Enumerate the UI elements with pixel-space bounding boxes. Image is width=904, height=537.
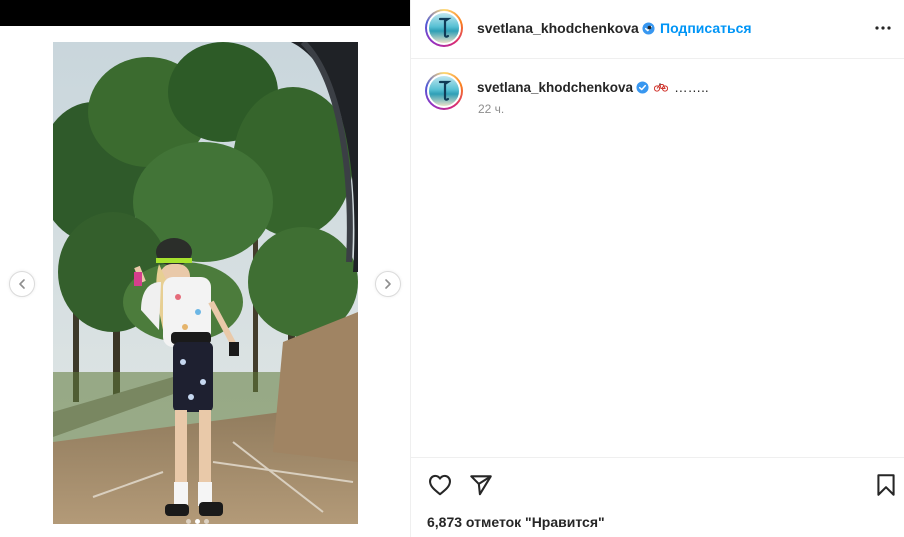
media-top-bar	[0, 0, 410, 26]
chevron-right-icon	[385, 279, 391, 289]
chevron-left-icon	[19, 279, 25, 289]
post-actions: 6,873 отметок "Нравится"	[411, 457, 904, 537]
follow-button[interactable]: Подписаться	[660, 20, 752, 36]
caption-avatar[interactable]	[425, 72, 463, 110]
more-horizontal-icon[interactable]	[873, 18, 893, 38]
heart-icon[interactable]	[427, 472, 453, 498]
avatar[interactable]	[425, 9, 463, 47]
carousel-next-button[interactable]	[375, 271, 401, 297]
photo-illustration	[53, 42, 358, 524]
carousel-indicator	[186, 519, 209, 524]
avatar-image	[438, 80, 452, 101]
avatar-image	[438, 17, 452, 38]
likes-count[interactable]: 6,873 отметок "Нравится"	[427, 514, 605, 530]
media-panel	[0, 0, 411, 537]
carousel-dot-active	[195, 519, 200, 524]
header-separator: •	[647, 19, 652, 35]
caption-username[interactable]: svetlana_khodchenkova	[477, 80, 633, 95]
caption-line: svetlana_khodchenkova ……..	[477, 80, 709, 95]
verified-badge-icon	[636, 81, 649, 94]
post-timestamp[interactable]: 22 ч.	[478, 102, 504, 116]
post-photo[interactable]	[53, 42, 358, 524]
post-header: svetlana_khodchenkova • Подписаться	[411, 0, 904, 59]
bicycle-emoji	[654, 83, 669, 92]
carousel-prev-button[interactable]	[9, 271, 35, 297]
bookmark-icon[interactable]	[873, 472, 899, 498]
post-author-username[interactable]: svetlana_khodchenkova	[477, 20, 655, 36]
carousel-dot	[186, 519, 191, 524]
carousel-dot	[204, 519, 209, 524]
caption-text: ……..	[674, 80, 709, 95]
post-side-panel: svetlana_khodchenkova • Подписаться svet…	[411, 0, 904, 537]
share-icon[interactable]	[468, 472, 494, 498]
